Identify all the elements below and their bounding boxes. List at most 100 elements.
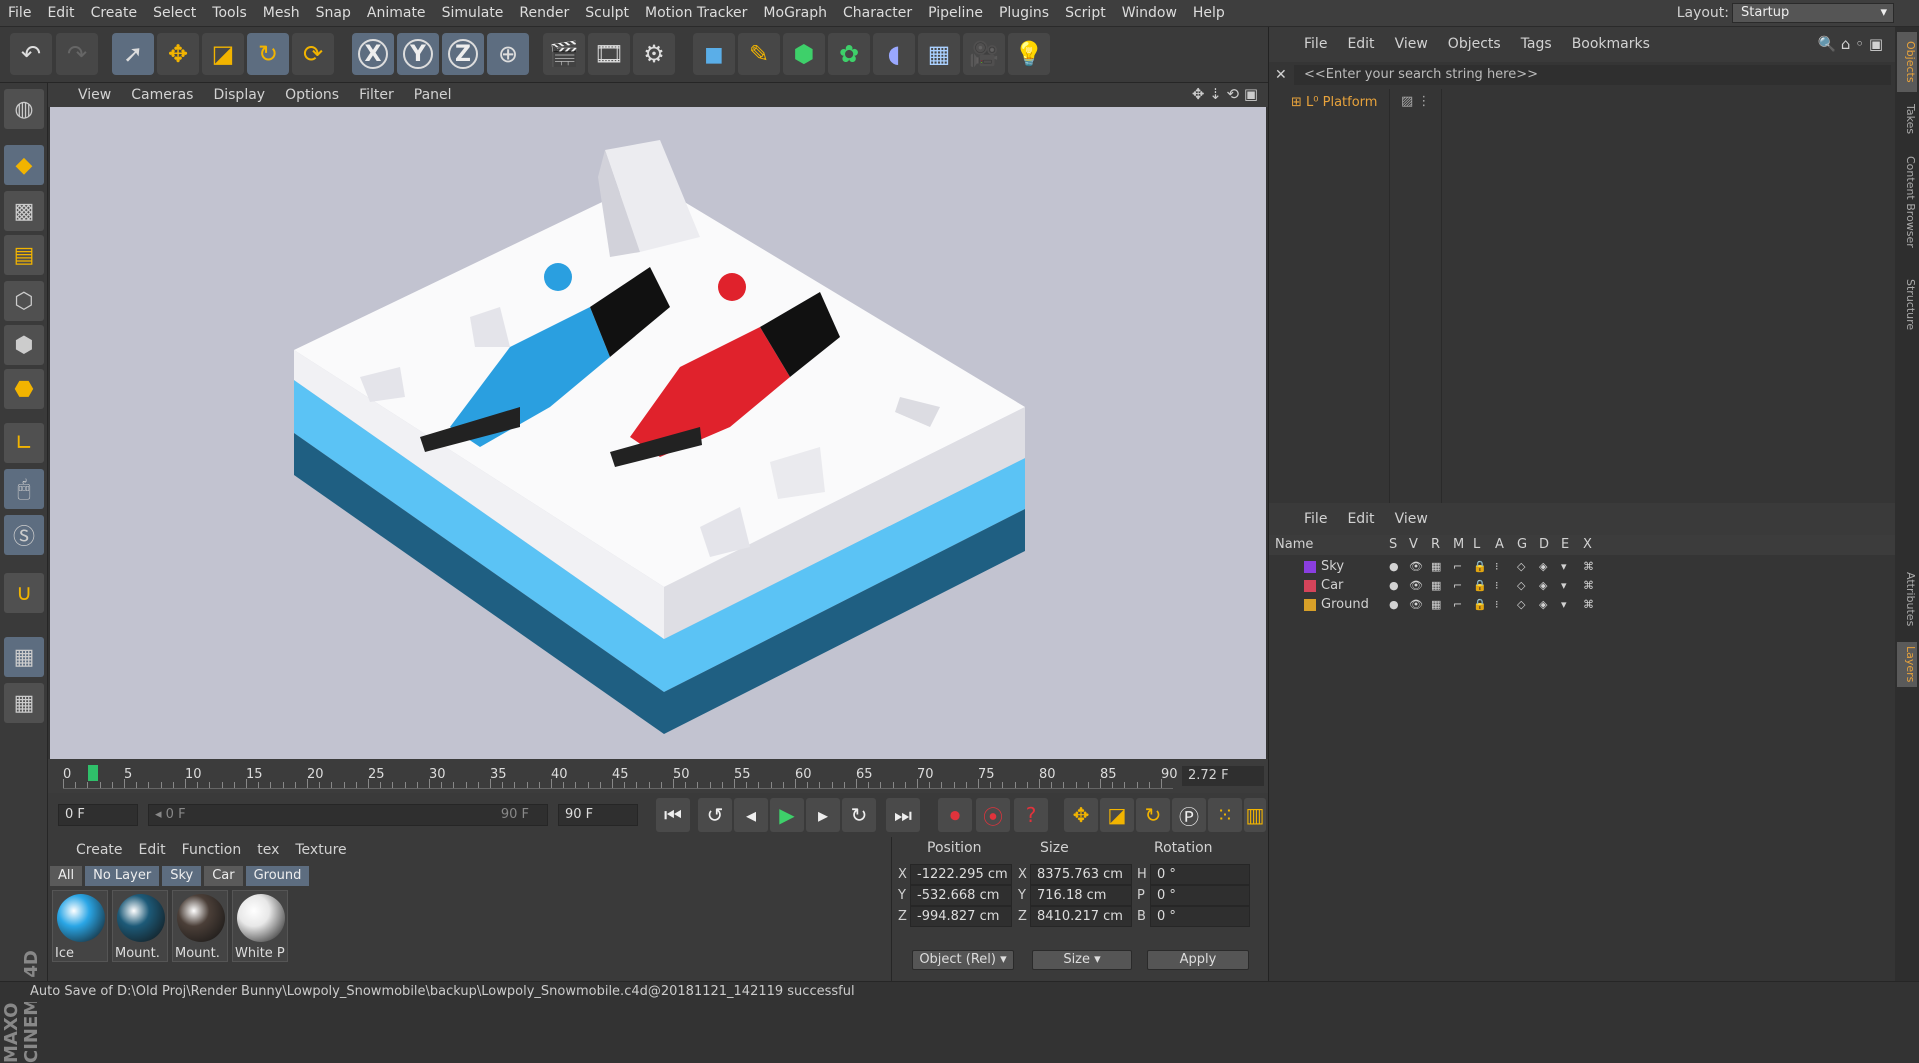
key-point-level-icon[interactable]: ⁙: [1208, 798, 1242, 832]
layer-menu-edit[interactable]: Edit: [1337, 503, 1384, 535]
layer-flag-icon[interactable]: ▾: [1561, 558, 1567, 576]
snapping-icon[interactable]: Ⓢ: [4, 515, 44, 555]
layer-flag-icon[interactable]: 👁: [1409, 596, 1423, 614]
layer-flag-icon[interactable]: 🔒: [1473, 558, 1487, 576]
layer-color-swatch[interactable]: [1304, 561, 1316, 573]
position-field[interactable]: -994.827 cm: [910, 906, 1012, 927]
material-menu-function[interactable]: Function: [174, 837, 250, 863]
camera-icon[interactable]: 🎥: [963, 33, 1005, 75]
material-swatch[interactable]: Mount.: [172, 890, 228, 962]
layer-flag-icon[interactable]: ⁝: [1495, 558, 1499, 576]
go-to-start-icon[interactable]: ⏮: [656, 798, 690, 832]
object-row-platform[interactable]: ⊞ L⁰ Platform: [1291, 95, 1377, 110]
coordinate-system-icon[interactable]: ⊕: [487, 33, 529, 75]
material-menu-tex[interactable]: tex: [249, 837, 287, 863]
layer-flag-icon[interactable]: ◈: [1539, 596, 1547, 614]
menu-item-plugins[interactable]: Plugins: [991, 0, 1057, 27]
layer-flag-icon[interactable]: ●: [1389, 596, 1399, 614]
render-picture-viewer-icon[interactable]: 🎞: [588, 33, 630, 75]
layer-menu-view[interactable]: View: [1385, 503, 1438, 535]
start-frame-field[interactable]: 0 F: [58, 804, 138, 826]
layer-flag-icon[interactable]: ◈: [1539, 577, 1547, 595]
menu-item-mesh[interactable]: Mesh: [255, 0, 308, 27]
menu-item-help[interactable]: Help: [1185, 0, 1233, 27]
model-mode-icon[interactable]: ◆: [4, 145, 44, 185]
size-mode-dropdown[interactable]: Size ▾: [1032, 950, 1132, 970]
object-manager-tools-icon[interactable]: 🔍 ⌂ ◦ ▣: [1817, 35, 1883, 53]
previous-key-icon[interactable]: ↺: [698, 798, 732, 832]
material-swatch[interactable]: Mount.: [112, 890, 168, 962]
x-axis-icon[interactable]: X: [352, 33, 394, 75]
layer-flag-icon[interactable]: ▾: [1561, 577, 1567, 595]
material-menu-create[interactable]: Create: [68, 837, 131, 863]
layer-row[interactable]: Ground ● 👁 ▦ ⌐ 🔒 ⁝ ◇ ◈ ▾ ⌘: [1269, 596, 1896, 614]
current-frame-field[interactable]: 2.72 F: [1182, 766, 1264, 786]
layer-flag-icon[interactable]: ◇: [1517, 596, 1525, 614]
timeline-window-icon[interactable]: ▥: [1244, 798, 1266, 832]
menu-item-sculpt[interactable]: Sculpt: [577, 0, 637, 27]
layer-flag-icon[interactable]: ⌐: [1453, 596, 1462, 614]
timeline[interactable]: 0251015202530354045505560657075808590 2.…: [48, 759, 1268, 793]
end-frame-field[interactable]: 90 F: [558, 804, 638, 826]
texture-mode-icon[interactable]: ▩: [4, 191, 44, 231]
z-axis-icon[interactable]: Z: [442, 33, 484, 75]
record-active-objects-icon[interactable]: ⏺: [938, 798, 972, 832]
recent-tool-icon[interactable]: ⟳: [292, 33, 334, 75]
subdivision-nurbs-icon[interactable]: ⬢: [783, 33, 825, 75]
menu-item-create[interactable]: Create: [83, 0, 146, 27]
material-swatch[interactable]: Ice: [52, 890, 108, 962]
tweak-mode-icon[interactable]: 🖱: [4, 469, 44, 509]
floor-environment-icon[interactable]: ▦: [918, 33, 960, 75]
layer-flag-icon[interactable]: ▦: [1431, 596, 1441, 614]
rotation-field[interactable]: 0 °: [1150, 906, 1250, 927]
play-icon[interactable]: ▶: [770, 798, 804, 832]
layer-flag-icon[interactable]: ●: [1389, 577, 1399, 595]
material-tab-sky[interactable]: Sky: [162, 866, 202, 886]
material-tab-all[interactable]: All: [50, 866, 83, 886]
close-search-icon[interactable]: ✕: [1275, 67, 1287, 83]
layer-flag-icon[interactable]: ⁝: [1495, 596, 1499, 614]
layer-flag-icon[interactable]: 👁: [1409, 558, 1423, 576]
side-tab-takes[interactable]: Takes: [1897, 97, 1917, 142]
menu-item-tools[interactable]: Tools: [204, 0, 255, 27]
menu-item-edit[interactable]: Edit: [39, 0, 82, 27]
layer-flag-icon[interactable]: 👁: [1409, 577, 1423, 595]
side-tab-attributes[interactable]: Attributes: [1897, 562, 1917, 637]
menu-item-select[interactable]: Select: [145, 0, 204, 27]
menu-item-pipeline[interactable]: Pipeline: [920, 0, 991, 27]
material-tab-no-layer[interactable]: No Layer: [85, 866, 160, 886]
rotation-field[interactable]: 0 °: [1150, 864, 1250, 885]
menu-item-snap[interactable]: Snap: [308, 0, 359, 27]
material-menu-edit[interactable]: Edit: [131, 837, 174, 863]
object-menu-bookmarks[interactable]: Bookmarks: [1562, 27, 1660, 62]
go-to-end-icon[interactable]: ⏭: [886, 798, 920, 832]
side-tab-layers[interactable]: Layers: [1897, 642, 1917, 687]
axis-mode-icon[interactable]: ∟: [4, 423, 44, 463]
layout-dropdown[interactable]: Startup ▾: [1732, 3, 1894, 23]
rotate-icon[interactable]: ↻: [247, 33, 289, 75]
layer-flag-icon[interactable]: ⌐: [1453, 577, 1462, 595]
side-tab-content-browser[interactable]: Content Browser: [1897, 147, 1917, 257]
3d-viewport[interactable]: [50, 107, 1266, 759]
rotation-field[interactable]: 0 °: [1150, 885, 1250, 906]
size-field[interactable]: 8410.217 cm: [1030, 906, 1132, 927]
viewport-menu-options[interactable]: Options: [275, 83, 349, 107]
key-parameter-icon[interactable]: Ⓟ: [1172, 798, 1206, 832]
menu-item-script[interactable]: Script: [1057, 0, 1114, 27]
menu-item-mograph[interactable]: MoGraph: [755, 0, 835, 27]
menu-item-simulate[interactable]: Simulate: [434, 0, 512, 27]
y-axis-icon[interactable]: Y: [397, 33, 439, 75]
scale-icon[interactable]: ◪: [202, 33, 244, 75]
layer-flag-icon[interactable]: ⌐: [1453, 558, 1462, 576]
timeline-ruler[interactable]: 0251015202530354045505560657075808590: [63, 767, 1178, 789]
layer-flag-icon[interactable]: ⌘: [1583, 558, 1594, 576]
polygons-mode-icon[interactable]: ⬣: [4, 369, 44, 409]
autokeying-icon[interactable]: ⦿: [976, 798, 1010, 832]
size-field[interactable]: 8375.763 cm: [1030, 864, 1132, 885]
key-rotation-icon[interactable]: ↻: [1136, 798, 1170, 832]
side-tab-structure[interactable]: Structure: [1897, 267, 1917, 342]
layer-flag-icon[interactable]: ▦: [1431, 577, 1441, 595]
menu-item-animate[interactable]: Animate: [359, 0, 434, 27]
size-field[interactable]: 716.18 cm: [1030, 885, 1132, 906]
preview-range-slider[interactable]: ◂ 0 F 90 F: [148, 804, 548, 826]
